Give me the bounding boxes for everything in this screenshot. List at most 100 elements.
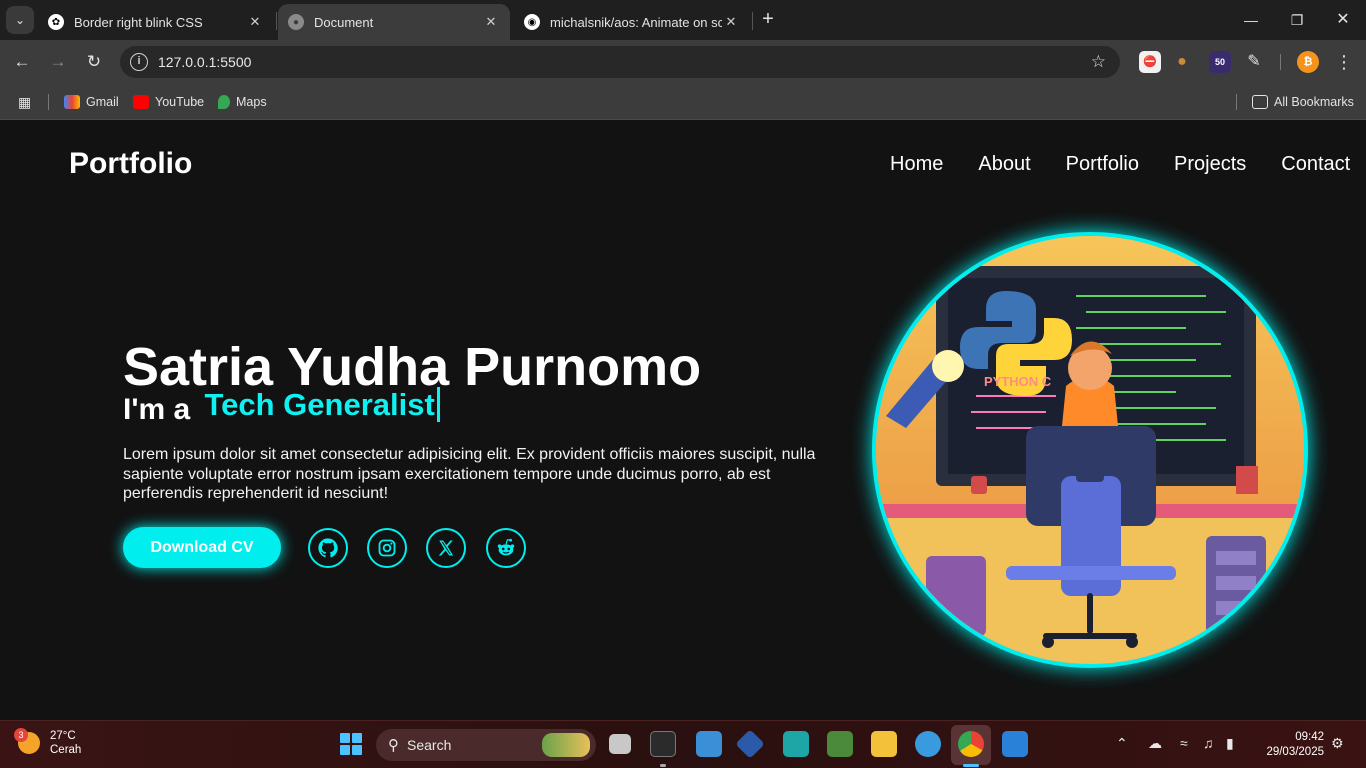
new-tab-button[interactable]: + (758, 8, 778, 32)
battery-icon[interactable]: ▮ (1226, 735, 1234, 752)
weather-sun-icon: 3 (14, 728, 40, 754)
onedrive-icon[interactable]: ☁ (1148, 735, 1162, 752)
gmail-icon (64, 95, 80, 109)
nav-portfolio[interactable]: Portfolio (1066, 153, 1139, 176)
taskbar-clock[interactable]: 09:42 29/03/2025 (1266, 730, 1324, 760)
github-link[interactable] (308, 528, 348, 568)
folder-icon (1252, 95, 1268, 109)
download-cv-button[interactable]: Download CV (123, 527, 281, 568)
menu-button[interactable]: ⋮ (1332, 50, 1356, 74)
close-window-button[interactable]: ✕ (1320, 8, 1366, 32)
forward-button[interactable]: → (46, 50, 70, 74)
adblock-extension-icon[interactable]: ⛔ (1139, 51, 1161, 73)
illustration-caption: PYTHON C (984, 374, 1052, 389)
arrow-left-icon: ← (13, 52, 31, 71)
site-logo[interactable]: Portfolio (69, 147, 192, 181)
virtualbox-icon[interactable] (735, 729, 765, 759)
instagram-link[interactable] (367, 528, 407, 568)
youtube-icon (133, 95, 149, 109)
x-icon (438, 540, 454, 556)
nav-contact[interactable]: Contact (1281, 153, 1350, 176)
bookmark-gmail[interactable]: Gmail (64, 93, 119, 111)
main-nav: Home About Portfolio Projects Contact (890, 153, 1350, 176)
terminal-icon[interactable] (650, 731, 676, 757)
vscode-icon[interactable] (1002, 731, 1028, 757)
apps-button[interactable]: ▦ (18, 93, 31, 111)
apps-grid-icon: ▦ (18, 93, 32, 110)
notification-icon[interactable]: ⚙ (1331, 735, 1344, 752)
bookmark-label: Maps (236, 95, 267, 109)
all-bookmarks-button[interactable]: All Bookmarks (1252, 93, 1354, 111)
reload-button[interactable]: ↻ (82, 50, 106, 74)
chevron-up-icon[interactable]: ⌃ (1116, 735, 1128, 752)
address-bar[interactable]: i 127.0.0.1:5500 ☆ (120, 46, 1120, 78)
instagram-icon (378, 539, 396, 557)
tab-border-right-blink[interactable]: ✿ Border right blink CSS ✕ (38, 4, 274, 40)
wifi-icon[interactable]: ≈ (1180, 735, 1188, 751)
bolt-app-icon[interactable] (783, 731, 809, 757)
search-label: Search (407, 737, 452, 753)
minimize-button[interactable]: — (1228, 8, 1274, 32)
weather-condition: Cerah (50, 744, 82, 756)
windows-logo-icon (352, 745, 362, 755)
download-manager-icon[interactable] (827, 731, 853, 757)
active-indicator (963, 764, 979, 767)
clock-time: 09:42 (1295, 731, 1324, 743)
tab-title: Border right blink CSS (74, 14, 203, 30)
bookmark-label: Gmail (86, 95, 119, 109)
x-twitter-link[interactable] (426, 528, 466, 568)
bookmark-star-icon[interactable]: ☆ (1091, 52, 1106, 72)
close-icon: ✕ (1336, 11, 1350, 28)
kebab-menu-icon: ⋮ (1335, 52, 1353, 72)
bookmark-maps[interactable]: Maps (218, 93, 267, 111)
restore-button[interactable]: ❐ (1274, 8, 1320, 32)
developer-illustration: PYTHON C (876, 236, 1304, 664)
windows-logo-icon (352, 733, 362, 743)
hero-illustration: PYTHON C (872, 232, 1308, 668)
plus-icon: + (762, 8, 774, 30)
start-button[interactable] (340, 733, 362, 755)
back-button[interactable]: ← (10, 50, 34, 74)
info-icon[interactable]: i (130, 53, 148, 71)
reload-icon: ↻ (86, 52, 102, 71)
minimize-icon: — (1244, 12, 1258, 28)
chatgpt-icon: ✿ (48, 14, 64, 30)
wappalyzer-extension-icon[interactable]: 50 (1209, 51, 1231, 73)
nav-projects[interactable]: Projects (1174, 153, 1246, 176)
profile-avatar-icon[interactable]: ₿ (1297, 51, 1319, 73)
globe-icon: ● (288, 14, 304, 30)
tab-aos-github[interactable]: ◉ michalsnik/aos: Animate on scroll ✕ (514, 4, 750, 40)
nav-about[interactable]: About (978, 153, 1030, 176)
nav-home[interactable]: Home (890, 153, 943, 176)
bookmark-youtube[interactable]: YouTube (133, 93, 204, 111)
reddit-icon (497, 538, 515, 556)
windows-logo-icon (340, 733, 350, 743)
taskbar-search[interactable]: ⚲ Search (376, 729, 596, 761)
remote-desktop-icon[interactable] (696, 731, 722, 757)
file-explorer-icon[interactable] (871, 731, 897, 757)
bookmarks-bar: ▦ Gmail YouTube Maps All Bookmarks (0, 84, 1366, 120)
weather-widget[interactable]: 3 27°C Cerah (14, 728, 82, 757)
windows-logo-icon (340, 745, 350, 755)
volume-icon[interactable]: ♫ (1203, 735, 1214, 751)
close-icon[interactable]: ✕ (246, 14, 264, 30)
weather-temp: 27°C (50, 730, 76, 742)
search-highlight-icon (542, 733, 590, 757)
tab-search-button[interactable]: ⌄ (6, 6, 34, 34)
extension-badge: 50 (1214, 57, 1225, 67)
cloud-app-icon[interactable] (915, 731, 941, 757)
cookie-extension-icon[interactable]: ● (1171, 51, 1193, 73)
tab-document[interactable]: ● Document ✕ (278, 4, 510, 40)
bookmark-label: YouTube (155, 95, 205, 109)
close-icon[interactable]: ✕ (722, 14, 740, 30)
hero-role: I'm a Tech Generalist (123, 387, 440, 427)
chrome-icon[interactable] (958, 731, 984, 757)
reddit-link[interactable] (486, 528, 526, 568)
puzzle-icon[interactable]: ✎ (1243, 51, 1265, 73)
url-text[interactable]: 127.0.0.1:5500 (158, 54, 251, 70)
task-view-icon[interactable] (609, 734, 631, 754)
github-icon: ◉ (524, 14, 540, 30)
browser-toolbar: ← → ↻ i 127.0.0.1:5500 ☆ ⛔ ● 50 ✎ ₿ ⋮ (0, 40, 1366, 84)
tab-title: michalsnik/aos: Animate on scroll (550, 14, 722, 30)
close-icon[interactable]: ✕ (482, 14, 500, 30)
